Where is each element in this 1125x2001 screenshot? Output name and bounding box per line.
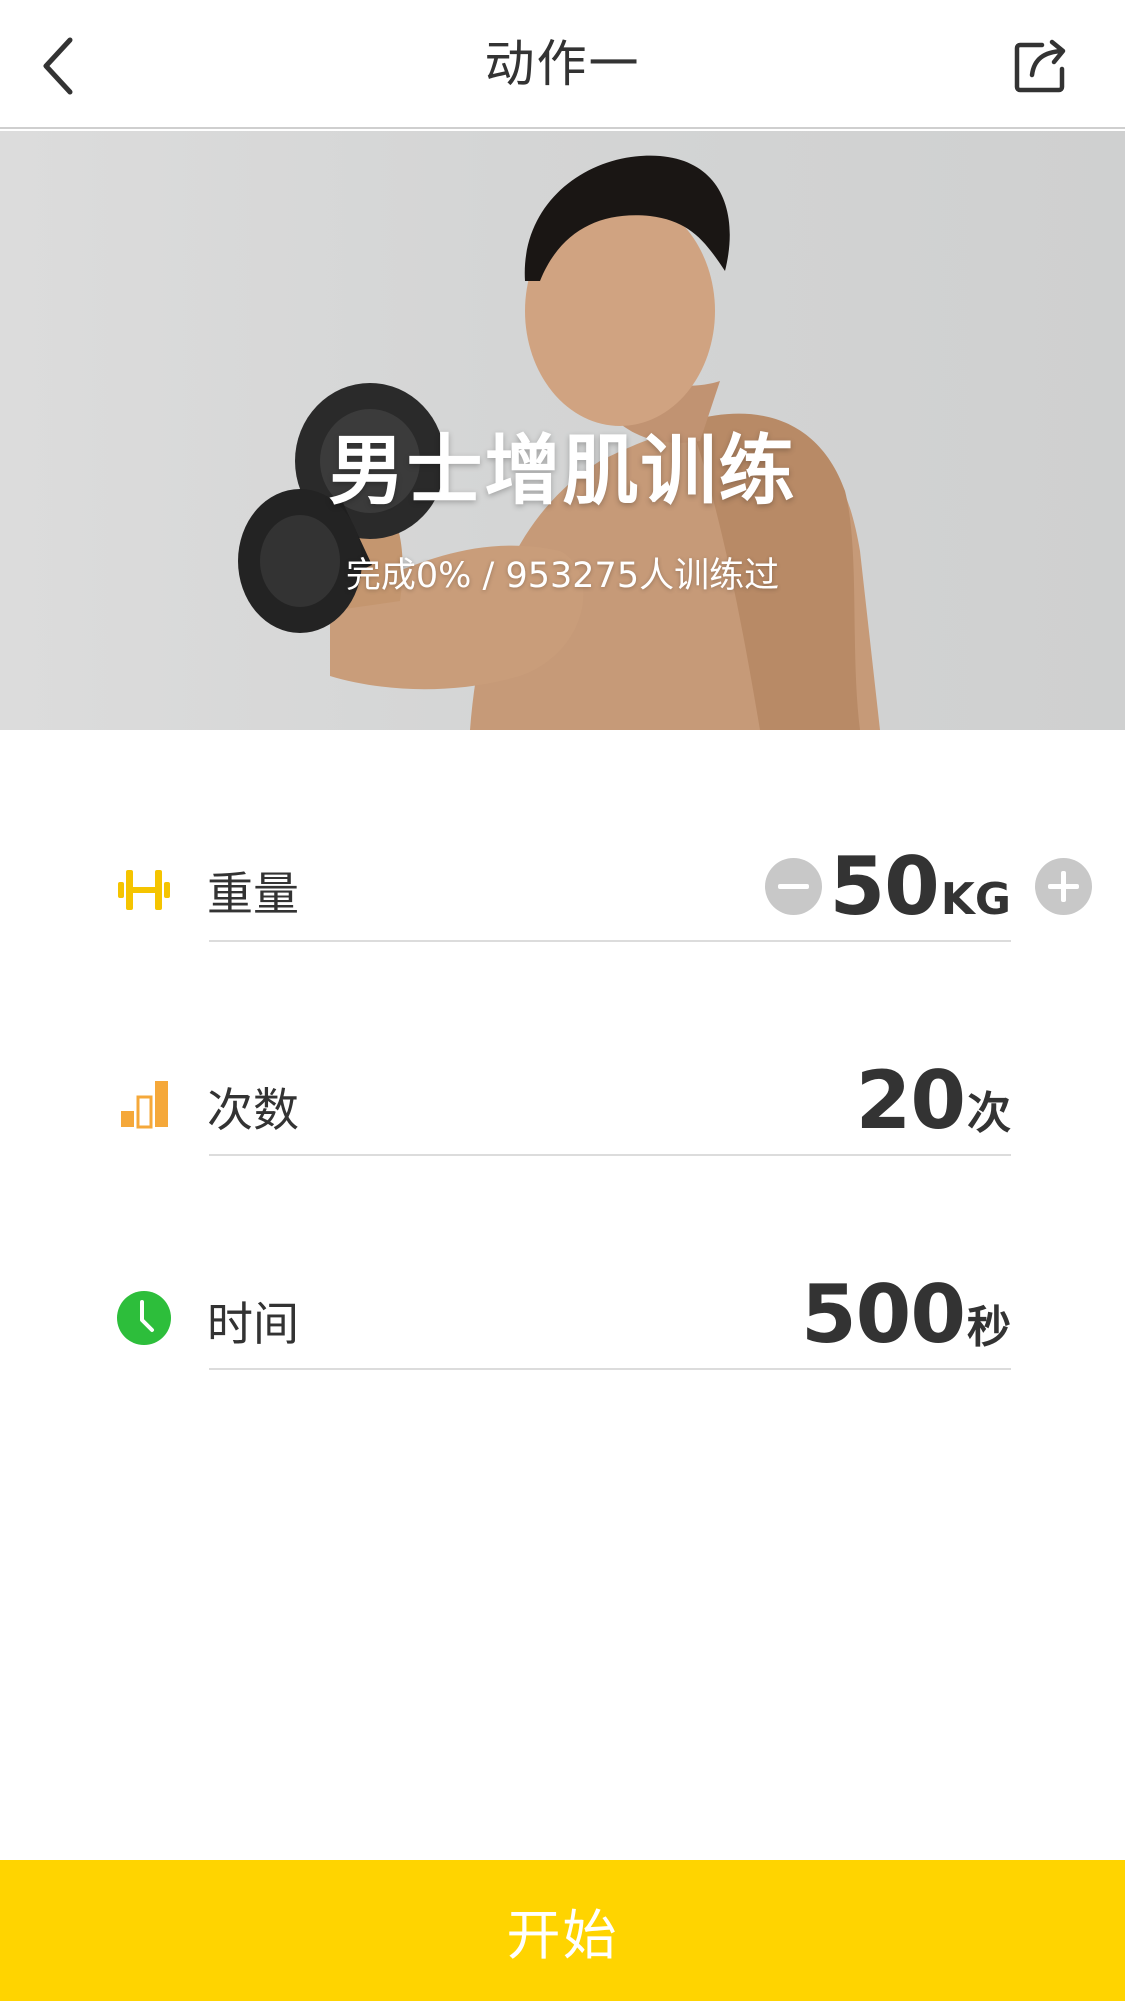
weight-label: 重量 (207, 867, 299, 921)
increase-weight-button[interactable] (1035, 858, 1092, 915)
divider (209, 940, 1011, 942)
weight-row: 重量 50 KG (0, 830, 1125, 950)
divider (209, 1154, 1011, 1156)
share-button[interactable] (1005, 30, 1077, 102)
dumbbell-icon (112, 858, 176, 922)
start-button[interactable]: 开始 (0, 1860, 1125, 2001)
time-row: 时间 500 秒 (0, 1258, 1125, 1378)
back-button[interactable] (22, 30, 94, 102)
reps-number: 20 (855, 1054, 966, 1147)
divider (209, 1368, 1011, 1370)
share-icon (1014, 39, 1066, 93)
bar-chart-icon (112, 1072, 176, 1136)
time-value[interactable]: 500 秒 (801, 1268, 1011, 1361)
time-label: 时间 (207, 1297, 299, 1351)
weight-unit: KG (940, 874, 1011, 925)
reps-row: 次数 20 次 (0, 1044, 1125, 1164)
reps-unit: 次 (967, 1088, 1011, 1139)
nav-bar: 动作一 (0, 0, 1125, 129)
course-title: 男士增肌训练 (328, 426, 797, 515)
hero-banner: 男士增肌训练 完成0% / 953275人训练过 (0, 131, 1125, 730)
course-progress-text: 完成0% / 953275人训练过 (345, 556, 780, 596)
page-title: 动作一 (484, 35, 641, 93)
exercise-detail-page: 动作一 男士增肌训练 完成0% / 953275人训练过 重量 50 KG 次数… (0, 0, 1125, 2001)
weight-number: 50 (829, 840, 939, 933)
decrease-weight-button[interactable] (765, 858, 822, 915)
time-number: 500 (801, 1268, 966, 1361)
weight-value: 50 KG (829, 840, 1011, 933)
time-unit: 秒 (967, 1302, 1011, 1353)
clock-icon (112, 1286, 176, 1350)
reps-label: 次数 (207, 1083, 299, 1137)
chevron-left-icon (43, 37, 73, 95)
reps-value[interactable]: 20 次 (856, 1054, 1011, 1147)
